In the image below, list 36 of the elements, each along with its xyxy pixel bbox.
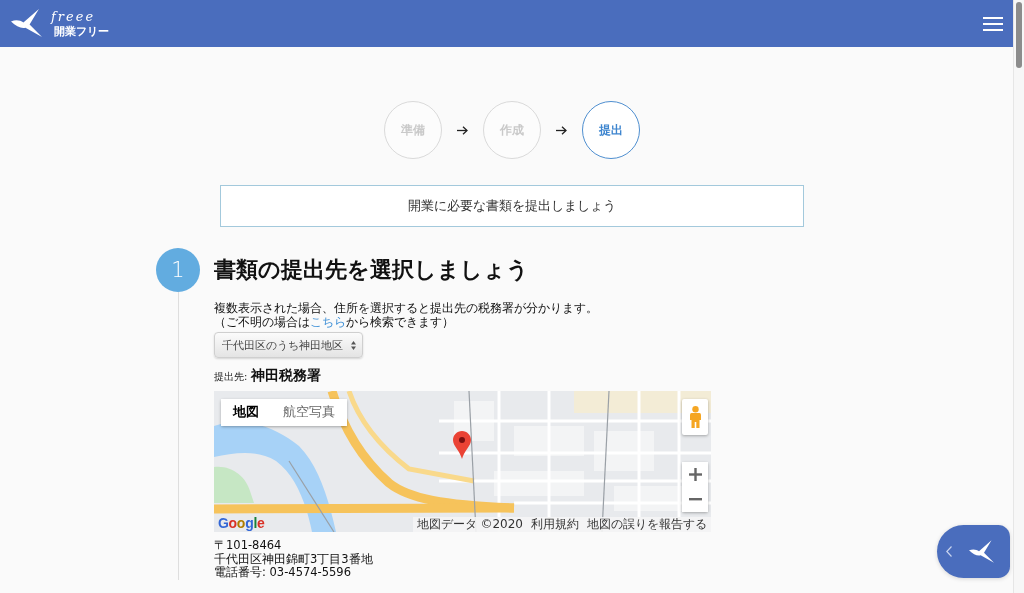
map-pin-icon[interactable] — [453, 431, 471, 459]
description-text: 複数表示された場合、住所を選択すると提出先の税務署が分かります。 （ご不明の場合はこちらから検索できます） — [214, 302, 598, 329]
map-data-credit: 地図データ ©2020 — [416, 517, 523, 532]
plus-icon — [688, 468, 702, 481]
scrollbar-thumb[interactable] — [1016, 2, 1022, 68]
report-error-link[interactable]: 地図の誤りを報告する — [587, 517, 707, 532]
step-circle: 提出 — [582, 101, 640, 159]
side-panel-button[interactable] — [937, 525, 1010, 578]
arrow-right-icon — [556, 125, 567, 135]
menu-icon[interactable] — [983, 16, 1003, 31]
google-logo: Google — [218, 516, 265, 531]
logo-wordmark: freee — [51, 10, 96, 23]
district-select[interactable]: 千代田区のうち神田地区 — [214, 332, 363, 358]
terms-link[interactable]: 利用規約 — [531, 517, 579, 532]
postal-code: 〒101-8464 — [214, 539, 282, 553]
zoom-out-button[interactable] — [682, 487, 708, 512]
minus-icon — [688, 498, 702, 501]
section-heading: 書類の提出先を選択しましょう — [214, 256, 529, 284]
arrow-right-icon — [457, 125, 468, 135]
select-arrows-icon — [351, 340, 356, 350]
scrollbar-track[interactable] — [1013, 0, 1024, 593]
phone-number: 電話番号: 03-4574-5596 — [214, 566, 351, 580]
logo-title: 開業フリー — [54, 26, 109, 37]
section-number: 1 — [156, 248, 200, 292]
office-name: 神田税務署 — [251, 367, 322, 385]
search-link[interactable]: こちら — [310, 314, 346, 329]
chevron-left-icon — [946, 546, 952, 557]
zoom-in-button[interactable] — [682, 462, 708, 487]
map-type-tab[interactable]: 地図 — [221, 399, 271, 426]
instruction-banner: 開業に必要な書類を提出しましょう — [220, 185, 804, 227]
office-label: 提出先: — [214, 370, 248, 384]
bird-icon[interactable] — [11, 9, 42, 38]
pegman-icon — [689, 406, 701, 428]
bird-icon — [969, 539, 994, 564]
map-type-tab[interactable]: 航空写真 — [271, 399, 347, 426]
address-text: 千代田区神田錦町3丁目3番地 — [214, 552, 373, 566]
